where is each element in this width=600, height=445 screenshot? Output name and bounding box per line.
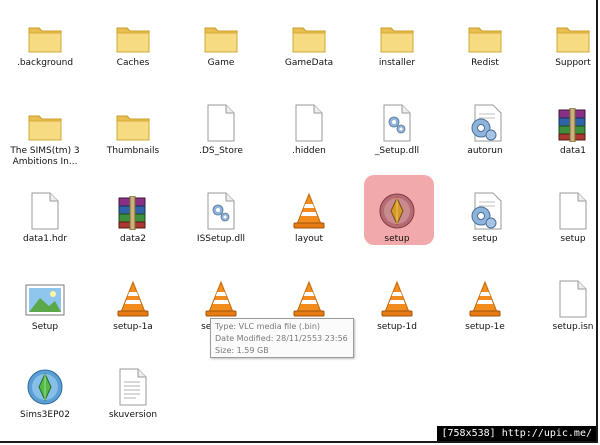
image-file-icon <box>21 270 69 318</box>
folder-icon <box>461 6 509 54</box>
file-label: setup <box>472 234 498 244</box>
file-item[interactable]: .hidden <box>265 88 353 172</box>
file-item[interactable]: layout <box>265 176 353 260</box>
blank-file-icon <box>549 270 596 318</box>
file-item[interactable]: setup-1d <box>353 264 441 348</box>
file-label: Sims3EP02 <box>20 410 70 420</box>
file-label: Setup <box>31 322 59 332</box>
file-item[interactable]: Thumbnails <box>89 88 177 172</box>
folder-icon <box>109 94 157 142</box>
winrar-archive-icon <box>549 94 596 142</box>
vlc-cone-icon <box>197 270 245 318</box>
explorer-file-view: .background Caches Game GameData install… <box>0 0 598 443</box>
folder-icon <box>21 6 69 54</box>
file-item[interactable]: data1 <box>529 88 596 172</box>
folder-icon <box>285 6 333 54</box>
dll-gear-icon <box>373 94 421 142</box>
config-gear-icon <box>461 182 509 230</box>
file-item[interactable]: setup.isn <box>529 264 596 348</box>
file-item[interactable]: Support <box>529 0 596 84</box>
dll-gear-icon <box>197 182 245 230</box>
file-label: .hidden <box>292 146 326 156</box>
file-label: setup-1a <box>113 322 153 332</box>
file-item[interactable]: Setup <box>1 264 89 348</box>
file-item[interactable]: The SIMS(tm) 3 Ambitions In... <box>1 88 89 172</box>
file-label: skuversion <box>108 410 158 420</box>
vlc-cone-icon <box>461 270 509 318</box>
folder-icon <box>197 6 245 54</box>
file-label: layout <box>294 234 324 244</box>
tooltip-type: Type: VLC media file (.bin) <box>215 322 321 331</box>
file-item[interactable]: setup <box>529 176 596 260</box>
file-label: .background <box>16 58 74 68</box>
sims-plumbob-icon <box>373 182 421 230</box>
blank-file-icon <box>21 182 69 230</box>
file-label: data2 <box>120 234 146 244</box>
file-label: setup.isn <box>552 322 594 332</box>
config-gear-icon <box>461 94 509 142</box>
file-label: autorun <box>467 146 503 156</box>
file-label: ISSetup.dll <box>196 234 246 244</box>
winrar-archive-icon <box>109 182 157 230</box>
file-item[interactable]: Caches <box>89 0 177 84</box>
text-file-icon <box>109 358 157 406</box>
file-item[interactable]: .DS_Store <box>177 88 265 172</box>
folder-icon <box>549 6 596 54</box>
blank-file-icon <box>285 94 333 142</box>
image-size-footer: [758x538] http://upic.me/ <box>437 426 596 441</box>
file-tooltip: Type: VLC media file (.bin) Date Modifie… <box>210 318 354 358</box>
file-label: data1 <box>560 146 586 156</box>
file-label: installer <box>378 58 416 68</box>
file-label: GameData <box>284 58 334 68</box>
file-label: .DS_Store <box>199 146 243 156</box>
vlc-cone-icon <box>285 270 333 318</box>
file-item[interactable]: Redist <box>441 0 529 84</box>
vlc-cone-icon <box>285 182 333 230</box>
file-item[interactable]: .background <box>1 0 89 84</box>
vlc-cone-icon <box>109 270 157 318</box>
file-label: Game <box>207 58 235 68</box>
file-item[interactable]: GameData <box>265 0 353 84</box>
blank-file-icon <box>197 94 245 142</box>
vlc-cone-icon <box>373 270 421 318</box>
file-label: _Setup.dll <box>374 146 420 156</box>
file-item[interactable]: setup-1e <box>441 264 529 348</box>
folder-icon <box>373 6 421 54</box>
file-item[interactable]: ISSetup.dll <box>177 176 265 260</box>
file-item[interactable]: Game <box>177 0 265 84</box>
file-item[interactable]: data2 <box>89 176 177 260</box>
file-label: Thumbnails <box>106 146 160 156</box>
sims-plumbob-round-icon <box>21 358 69 406</box>
file-item[interactable]: _Setup.dll <box>353 88 441 172</box>
file-item[interactable]: skuversion <box>89 352 177 436</box>
file-label: setup <box>384 234 410 244</box>
file-label: setup-1e <box>465 322 505 332</box>
file-item[interactable]: setup <box>353 176 441 260</box>
file-label: Redist <box>471 58 499 68</box>
file-item[interactable]: installer <box>353 0 441 84</box>
file-label: setup-1d <box>377 322 417 332</box>
file-label: Caches <box>116 58 150 68</box>
file-label: setup <box>560 234 586 244</box>
file-item[interactable]: autorun <box>441 88 529 172</box>
file-item[interactable]: setup <box>441 176 529 260</box>
file-item[interactable]: Sims3EP02 <box>1 352 89 436</box>
file-item[interactable]: data1.hdr <box>1 176 89 260</box>
tooltip-size: Size: 1.59 GB <box>215 346 269 355</box>
folder-icon <box>109 6 157 54</box>
tooltip-modified: Date Modified: 28/11/2553 23:56 <box>215 334 348 343</box>
file-label: The SIMS(tm) 3 Ambitions In... <box>10 146 80 167</box>
folder-icon <box>21 94 69 142</box>
file-label: data1.hdr <box>23 234 67 244</box>
file-label: Support <box>555 58 591 68</box>
blank-file-icon <box>549 182 596 230</box>
file-item[interactable]: setup-1a <box>89 264 177 348</box>
